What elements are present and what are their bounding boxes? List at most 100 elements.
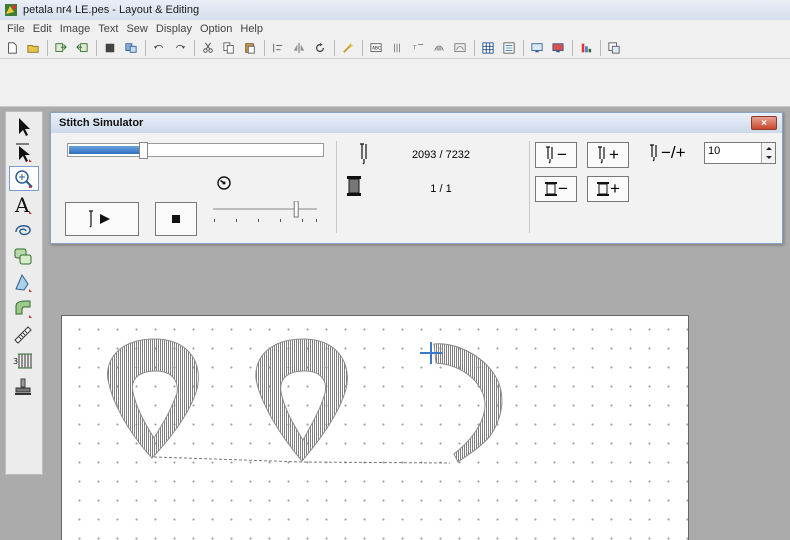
fill-icon bbox=[105, 43, 115, 52]
color-back-button[interactable]: − bbox=[535, 176, 577, 202]
svg-text:3: 3 bbox=[13, 357, 18, 366]
simulator-titlebar: Stitch Simulator × bbox=[51, 113, 782, 133]
progress-fill bbox=[69, 146, 143, 154]
text-tool-icon: A bbox=[14, 194, 32, 216]
text-path-button[interactable] bbox=[450, 39, 470, 57]
outline-tool-tool[interactable] bbox=[9, 218, 39, 243]
toolbar-separator bbox=[523, 39, 524, 56]
open-folder-button[interactable] bbox=[23, 39, 43, 57]
point-edit-tool[interactable] bbox=[9, 140, 39, 165]
speed-slider-thumb[interactable] bbox=[293, 200, 299, 218]
menu-image[interactable]: Image bbox=[56, 23, 95, 35]
preview-icon bbox=[608, 41, 620, 54]
undo-button[interactable] bbox=[149, 39, 169, 57]
monitor-button[interactable] bbox=[527, 39, 547, 57]
app-icon bbox=[4, 3, 18, 17]
menu-text[interactable]: Text bbox=[94, 23, 122, 35]
text-arc-button[interactable] bbox=[429, 39, 449, 57]
redo-icon bbox=[176, 44, 186, 49]
text-tool-tool[interactable]: A bbox=[9, 192, 39, 217]
step-size-input[interactable]: 10 bbox=[704, 142, 776, 164]
vertical-text-button[interactable] bbox=[387, 39, 407, 57]
align-icon bbox=[273, 43, 283, 52]
shape-tool-tool[interactable] bbox=[9, 244, 39, 269]
new-file-button[interactable] bbox=[2, 39, 22, 57]
color-count: 1 / 1 bbox=[430, 183, 452, 195]
progress-slider[interactable] bbox=[67, 142, 324, 159]
stitch-forward-button[interactable]: + bbox=[587, 142, 629, 168]
preview-button[interactable] bbox=[604, 39, 624, 57]
separator bbox=[529, 141, 530, 233]
fill-button[interactable] bbox=[100, 39, 120, 57]
menu-edit[interactable]: Edit bbox=[29, 23, 56, 35]
menu-option[interactable]: Option bbox=[196, 23, 236, 35]
magic-wand-icon bbox=[343, 42, 354, 53]
thread-spool-icon bbox=[597, 182, 610, 196]
step-size-label: −/+ bbox=[649, 143, 686, 163]
outline-tool-icon bbox=[15, 224, 31, 235]
select-arrow-tool[interactable] bbox=[9, 114, 39, 139]
flip-button[interactable] bbox=[289, 39, 309, 57]
stitch-tool-tool[interactable] bbox=[9, 270, 39, 295]
copy-button[interactable] bbox=[219, 39, 239, 57]
color-back-label: − bbox=[558, 179, 568, 198]
pattern-tool-tool[interactable] bbox=[9, 296, 39, 321]
monitor-color-button[interactable] bbox=[548, 39, 568, 57]
zoom-tool[interactable] bbox=[9, 166, 39, 191]
shape-tool-icon bbox=[14, 248, 32, 264]
play-button[interactable] bbox=[65, 202, 139, 236]
stitch-back-label: − bbox=[557, 145, 567, 164]
petal-2 bbox=[255, 338, 348, 462]
import-icon bbox=[55, 42, 67, 52]
main-toolbar: ABC T bbox=[0, 37, 790, 59]
magic-wand-button[interactable] bbox=[338, 39, 358, 57]
transfer-button[interactable] bbox=[121, 39, 141, 57]
thread-table-button[interactable] bbox=[499, 39, 519, 57]
sew-order-button[interactable] bbox=[576, 39, 596, 57]
toolbar-separator bbox=[194, 39, 195, 56]
design-page[interactable] bbox=[61, 315, 689, 540]
redo-button[interactable] bbox=[170, 39, 190, 57]
toolbar-separator bbox=[96, 39, 97, 56]
export-button[interactable] bbox=[72, 39, 92, 57]
flip-icon bbox=[293, 42, 305, 53]
menu-sew[interactable]: Sew bbox=[122, 23, 151, 35]
menu-file[interactable]: File bbox=[3, 23, 29, 35]
svg-text:A: A bbox=[14, 194, 30, 216]
petal-3-partial bbox=[433, 343, 503, 463]
stop-button[interactable] bbox=[155, 202, 197, 236]
step-size-value: 10 bbox=[708, 145, 721, 157]
grid-button[interactable] bbox=[478, 39, 498, 57]
rotate-button[interactable] bbox=[310, 39, 330, 57]
thread-spool-icon bbox=[545, 182, 558, 196]
close-button[interactable]: × bbox=[751, 116, 777, 130]
point-edit-icon bbox=[16, 143, 32, 162]
stamp-tool[interactable] bbox=[9, 374, 39, 399]
paste-button[interactable] bbox=[240, 39, 260, 57]
speed-slider[interactable] bbox=[211, 200, 323, 229]
stamp-icon bbox=[15, 378, 31, 395]
grid-icon bbox=[482, 41, 494, 54]
text-effect-button[interactable]: T bbox=[408, 39, 428, 57]
stitch-edit-tool[interactable]: 3 bbox=[9, 348, 39, 373]
window-titlebar: petala nr4 LE.pes - Layout & Editing bbox=[0, 0, 790, 20]
cut-button[interactable] bbox=[198, 39, 218, 57]
align-button[interactable] bbox=[268, 39, 288, 57]
stitch-back-button[interactable]: − bbox=[535, 142, 577, 168]
toolbox: A3 bbox=[5, 111, 43, 475]
color-forward-button[interactable]: + bbox=[587, 176, 629, 202]
toolbar-separator bbox=[145, 39, 146, 56]
font-abc-button[interactable]: ABC bbox=[366, 39, 386, 57]
step-size-spinner[interactable] bbox=[761, 143, 775, 163]
transfer-icon bbox=[125, 42, 137, 53]
toolbar-strip bbox=[0, 59, 790, 107]
paste-icon bbox=[245, 42, 255, 54]
cut-icon bbox=[203, 42, 213, 53]
measure-tool[interactable] bbox=[9, 322, 39, 347]
import-button[interactable] bbox=[51, 39, 71, 57]
menu-display[interactable]: Display bbox=[152, 23, 196, 35]
stitch-count: 2093 / 7232 bbox=[411, 149, 471, 161]
progress-thumb[interactable] bbox=[138, 142, 148, 159]
copy-icon bbox=[223, 41, 234, 54]
menu-help[interactable]: Help bbox=[236, 23, 267, 35]
